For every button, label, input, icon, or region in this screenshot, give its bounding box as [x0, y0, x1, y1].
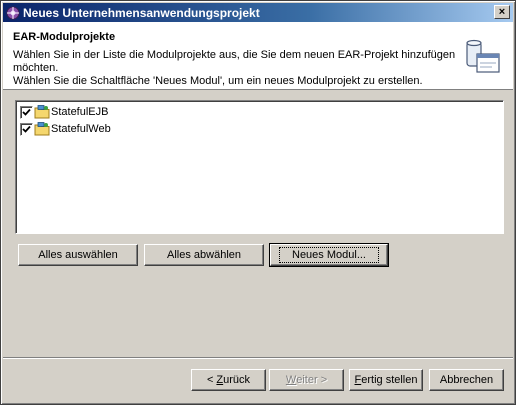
footer-divider: [3, 357, 513, 359]
finish-button[interactable]: Fertig stellen: [349, 369, 423, 391]
eclipse-icon: [6, 6, 20, 20]
module-checkbox[interactable]: [20, 122, 33, 136]
checkmark-icon: [22, 108, 31, 116]
finish-label: ertig stellen: [361, 374, 418, 386]
back-button[interactable]: < Zurück: [191, 369, 266, 391]
wizard-header: EAR-Modulprojekte Wählen Sie in der List…: [3, 22, 513, 90]
finish-mnemonic: F: [354, 374, 362, 386]
module-checkbox[interactable]: [20, 105, 33, 119]
next-mnemonic: W: [285, 374, 297, 386]
new-module-label: Neues Modul...: [279, 247, 379, 263]
close-icon: ×: [498, 5, 506, 18]
close-button[interactable]: ×: [494, 5, 510, 19]
next-button[interactable]: Weiter >: [269, 369, 344, 391]
select-all-button[interactable]: Alles auswählen: [18, 244, 138, 266]
project-folder-icon: [34, 105, 50, 119]
wizard-dialog: Neues Unternehmensanwendungsprojekt × EA…: [0, 0, 516, 405]
page-title: EAR-Modulprojekte: [13, 31, 116, 43]
next-label: eiter >: [296, 374, 328, 386]
page-description: Wählen Sie in der Liste die Modulprojekt…: [13, 49, 463, 88]
window-title: Neues Unternehmensanwendungsprojekt: [23, 5, 260, 20]
module-name: StatefulWeb: [51, 123, 111, 135]
checkmark-icon: [22, 125, 31, 133]
description-line: Wählen Sie in der Liste die Modulprojekt…: [13, 49, 456, 61]
list-item[interactable]: StatefulEJB: [20, 104, 108, 120]
description-line: Wählen Sie die Schaltfläche 'Neues Modul…: [13, 75, 423, 87]
cancel-button[interactable]: Abbrechen: [429, 369, 504, 391]
project-folder-icon: [34, 122, 50, 136]
back-prefix: <: [206, 374, 217, 386]
list-item[interactable]: StatefulWeb: [20, 121, 111, 137]
new-module-button[interactable]: Neues Modul...: [269, 243, 389, 267]
module-list[interactable]: StatefulEJB StatefulWeb: [15, 100, 504, 234]
back-label: urück: [223, 374, 251, 386]
module-name: StatefulEJB: [51, 106, 109, 118]
description-line: möchten.: [13, 62, 59, 74]
title-bar[interactable]: Neues Unternehmensanwendungsprojekt ×: [3, 3, 513, 22]
ear-project-wizard-icon: [466, 39, 500, 73]
back-mnemonic: Z: [216, 374, 224, 386]
deselect-all-button[interactable]: Alles abwählen: [144, 244, 264, 266]
